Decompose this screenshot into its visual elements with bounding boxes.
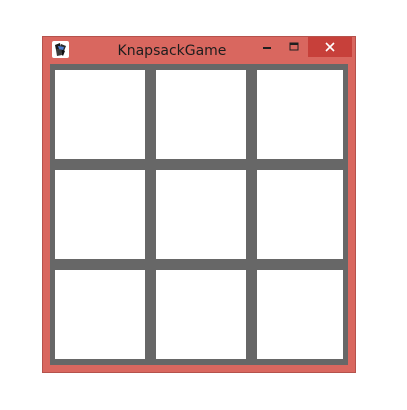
minimize-button[interactable] — [254, 37, 280, 57]
window-title-text: KnapsackGame — [117, 43, 227, 59]
board-cell-1-1[interactable] — [55, 70, 145, 159]
app-window: KnapsackGame — [42, 36, 356, 373]
board-cell-3-3[interactable] — [257, 270, 343, 359]
board-cell-1-2[interactable] — [156, 70, 246, 159]
window-title: KnapsackGame — [43, 42, 283, 60]
minimize-icon — [263, 47, 271, 49]
board-cell-3-1[interactable] — [55, 270, 145, 359]
game-board — [50, 64, 348, 365]
close-button[interactable] — [308, 37, 352, 57]
maximize-button[interactable] — [281, 37, 307, 57]
board-cell-1-3[interactable] — [257, 70, 343, 159]
close-icon — [325, 42, 335, 52]
title-bar[interactable]: KnapsackGame — [43, 37, 355, 63]
board-cell-2-3[interactable] — [257, 170, 343, 259]
board-cell-2-1[interactable] — [55, 170, 145, 259]
board-cell-3-2[interactable] — [156, 270, 246, 359]
board-cell-2-2[interactable] — [156, 170, 246, 259]
maximize-icon — [289, 42, 299, 51]
